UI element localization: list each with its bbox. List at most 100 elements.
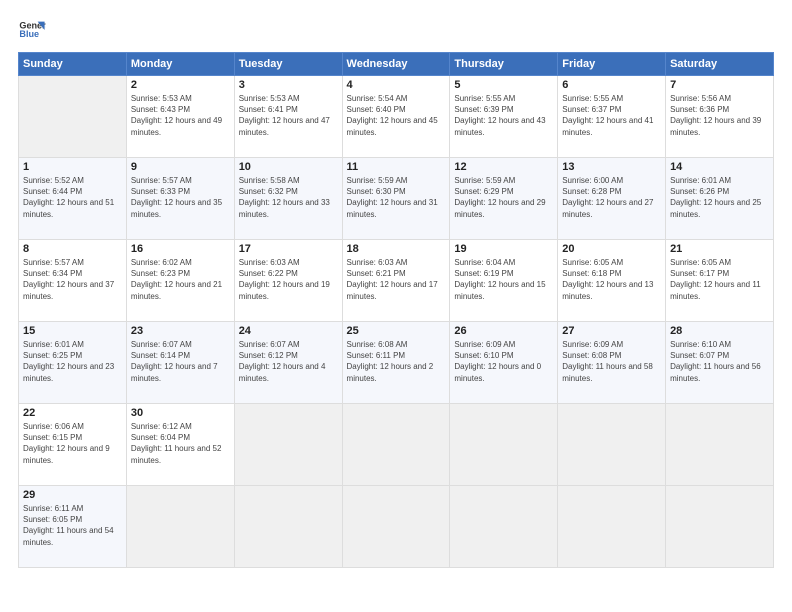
header: General Blue — [18, 16, 774, 44]
calendar-cell: 22 Sunrise: 6:06 AMSunset: 6:15 PMDayligh… — [19, 404, 127, 486]
header-tuesday: Tuesday — [234, 53, 342, 76]
day-detail: Sunrise: 6:07 AMSunset: 6:14 PMDaylight:… — [131, 340, 218, 383]
day-detail: Sunrise: 6:10 AMSunset: 6:07 PMDaylight:… — [670, 340, 761, 383]
svg-text:Blue: Blue — [19, 29, 39, 39]
header-thursday: Thursday — [450, 53, 558, 76]
calendar-cell: 3 Sunrise: 5:53 AMSunset: 6:41 PMDaylight… — [234, 76, 342, 158]
header-friday: Friday — [558, 53, 666, 76]
day-detail: Sunrise: 5:55 AMSunset: 6:39 PMDaylight:… — [454, 94, 545, 137]
calendar-cell — [234, 486, 342, 568]
day-number: 27 — [562, 325, 661, 337]
day-number: 17 — [239, 243, 338, 255]
day-number: 28 — [670, 325, 769, 337]
day-detail: Sunrise: 6:08 AMSunset: 6:11 PMDaylight:… — [347, 340, 434, 383]
calendar-cell — [558, 486, 666, 568]
calendar-cell: 18Sunrise: 6:03 AMSunset: 6:21 PMDayligh… — [342, 240, 450, 322]
calendar-cell: 11 Sunrise: 5:59 AMSunset: 6:30 PMDayligh… — [342, 158, 450, 240]
day-number: 29 — [23, 489, 122, 501]
calendar-cell: 17 Sunrise: 6:03 AMSunset: 6:22 PMDayligh… — [234, 240, 342, 322]
day-number: 15 — [23, 325, 122, 337]
calendar-week-5: 22 Sunrise: 6:06 AMSunset: 6:15 PMDayligh… — [19, 404, 774, 486]
day-number: 16 — [131, 243, 230, 255]
day-number: 11 — [347, 161, 446, 173]
day-number: 30 — [131, 407, 230, 419]
day-detail: Sunrise: 6:06 AMSunset: 6:15 PMDaylight:… — [23, 422, 110, 465]
calendar-cell: 9 Sunrise: 5:57 AMSunset: 6:33 PMDaylight… — [126, 158, 234, 240]
calendar-cell: 10 Sunrise: 5:58 AMSunset: 6:32 PMDayligh… — [234, 158, 342, 240]
day-detail: Sunrise: 6:09 AMSunset: 6:08 PMDaylight:… — [562, 340, 653, 383]
calendar-week-6: 29 Sunrise: 6:11 AMSunset: 6:05 PMDayligh… — [19, 486, 774, 568]
calendar-cell: 6 Sunrise: 5:55 AMSunset: 6:37 PMDaylight… — [558, 76, 666, 158]
day-detail: Sunrise: 5:58 AMSunset: 6:32 PMDaylight:… — [239, 176, 330, 219]
calendar-header-row: SundayMondayTuesdayWednesdayThursdayFrid… — [19, 53, 774, 76]
day-number: 21 — [670, 243, 769, 255]
calendar-cell: 25 Sunrise: 6:08 AMSunset: 6:11 PMDayligh… — [342, 322, 450, 404]
calendar-table: SundayMondayTuesdayWednesdayThursdayFrid… — [18, 52, 774, 568]
calendar-cell: 27 Sunrise: 6:09 AMSunset: 6:08 PMDayligh… — [558, 322, 666, 404]
calendar-cell: 15 Sunrise: 6:01 AMSunset: 6:25 PMDayligh… — [19, 322, 127, 404]
day-number: 25 — [347, 325, 446, 337]
calendar-cell: 20 Sunrise: 6:05 AMSunset: 6:18 PMDayligh… — [558, 240, 666, 322]
day-detail: Sunrise: 5:54 AMSunset: 6:40 PMDaylight:… — [347, 94, 438, 137]
day-detail: Sunrise: 5:57 AMSunset: 6:33 PMDaylight:… — [131, 176, 222, 219]
day-detail: Sunrise: 6:04 AMSunset: 6:19 PMDaylight:… — [454, 258, 545, 301]
calendar-cell — [450, 404, 558, 486]
calendar-cell: 28 Sunrise: 6:10 AMSunset: 6:07 PMDayligh… — [666, 322, 774, 404]
calendar-cell: 8Sunrise: 5:57 AMSunset: 6:34 PMDaylight… — [19, 240, 127, 322]
day-number: 10 — [239, 161, 338, 173]
day-detail: Sunrise: 6:03 AMSunset: 6:22 PMDaylight:… — [239, 258, 330, 301]
calendar-week-2: 1 Sunrise: 5:52 AMSunset: 6:44 PMDaylight… — [19, 158, 774, 240]
calendar-cell: 4 Sunrise: 5:54 AMSunset: 6:40 PMDaylight… — [342, 76, 450, 158]
day-detail: Sunrise: 6:12 AMSunset: 6:04 PMDaylight:… — [131, 422, 222, 465]
day-number: 9 — [131, 161, 230, 173]
calendar-page: General Blue SundayMondayTuesdayWednesda… — [0, 0, 792, 612]
day-number: 22 — [23, 407, 122, 419]
calendar-cell — [450, 486, 558, 568]
day-detail: Sunrise: 5:55 AMSunset: 6:37 PMDaylight:… — [562, 94, 653, 137]
calendar-cell: 24 Sunrise: 6:07 AMSunset: 6:12 PMDayligh… — [234, 322, 342, 404]
calendar-cell — [558, 404, 666, 486]
header-saturday: Saturday — [666, 53, 774, 76]
logo-icon: General Blue — [18, 16, 46, 44]
calendar-cell — [234, 404, 342, 486]
day-number: 3 — [239, 79, 338, 91]
calendar-cell: 2Sunrise: 5:53 AMSunset: 6:43 PMDaylight… — [126, 76, 234, 158]
day-detail: Sunrise: 6:05 AMSunset: 6:18 PMDaylight:… — [562, 258, 653, 301]
calendar-week-4: 15 Sunrise: 6:01 AMSunset: 6:25 PMDayligh… — [19, 322, 774, 404]
calendar-cell: 16 Sunrise: 6:02 AMSunset: 6:23 PMDayligh… — [126, 240, 234, 322]
day-detail: Sunrise: 6:02 AMSunset: 6:23 PMDaylight:… — [131, 258, 222, 301]
calendar-cell — [126, 486, 234, 568]
day-detail: Sunrise: 6:01 AMSunset: 6:25 PMDaylight:… — [23, 340, 114, 383]
day-number: 13 — [562, 161, 661, 173]
calendar-cell: 29 Sunrise: 6:11 AMSunset: 6:05 PMDayligh… — [19, 486, 127, 568]
calendar-cell — [666, 404, 774, 486]
calendar-cell: 1 Sunrise: 5:52 AMSunset: 6:44 PMDaylight… — [19, 158, 127, 240]
day-number: 24 — [239, 325, 338, 337]
calendar-cell — [342, 486, 450, 568]
day-detail: Sunrise: 5:59 AMSunset: 6:30 PMDaylight:… — [347, 176, 438, 219]
day-detail: Sunrise: 6:07 AMSunset: 6:12 PMDaylight:… — [239, 340, 326, 383]
day-detail: Sunrise: 5:53 AMSunset: 6:41 PMDaylight:… — [239, 94, 330, 137]
day-detail: Sunrise: 6:09 AMSunset: 6:10 PMDaylight:… — [454, 340, 541, 383]
day-number: 1 — [23, 161, 122, 173]
calendar-cell: 14Sunrise: 6:01 AMSunset: 6:26 PMDayligh… — [666, 158, 774, 240]
day-number: 6 — [562, 79, 661, 91]
calendar-cell: 30 Sunrise: 6:12 AMSunset: 6:04 PMDayligh… — [126, 404, 234, 486]
calendar-cell: 7Sunrise: 5:56 AMSunset: 6:36 PMDaylight… — [666, 76, 774, 158]
day-number: 4 — [347, 79, 446, 91]
day-number: 23 — [131, 325, 230, 337]
day-detail: Sunrise: 5:56 AMSunset: 6:36 PMDaylight:… — [670, 94, 761, 137]
day-detail: Sunrise: 5:52 AMSunset: 6:44 PMDaylight:… — [23, 176, 114, 219]
day-detail: Sunrise: 6:11 AMSunset: 6:05 PMDaylight:… — [23, 504, 114, 547]
day-number: 26 — [454, 325, 553, 337]
day-number: 14 — [670, 161, 769, 173]
calendar-cell: 26 Sunrise: 6:09 AMSunset: 6:10 PMDayligh… — [450, 322, 558, 404]
day-detail: Sunrise: 6:03 AMSunset: 6:21 PMDaylight:… — [347, 258, 438, 301]
day-number: 20 — [562, 243, 661, 255]
header-wednesday: Wednesday — [342, 53, 450, 76]
day-detail: Sunrise: 5:53 AMSunset: 6:43 PMDaylight:… — [131, 94, 222, 137]
day-number: 8 — [23, 243, 122, 255]
calendar-cell: 13Sunrise: 6:00 AMSunset: 6:28 PMDayligh… — [558, 158, 666, 240]
calendar-cell: 21Sunrise: 6:05 AMSunset: 6:17 PMDayligh… — [666, 240, 774, 322]
logo: General Blue — [18, 16, 46, 44]
